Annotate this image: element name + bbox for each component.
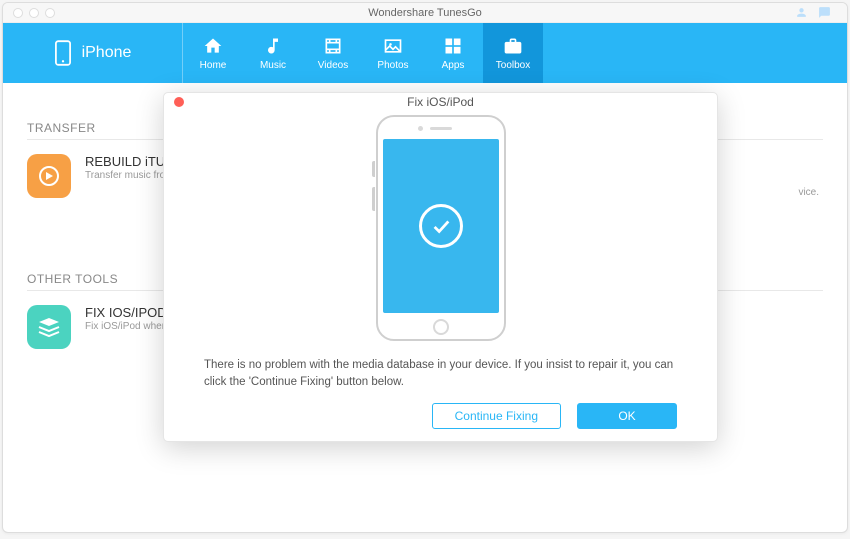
modal-close-button[interactable]	[174, 97, 184, 107]
fix-ios-modal: Fix iOS/iPod There is no problem with th…	[163, 92, 718, 442]
user-icon[interactable]	[795, 6, 808, 24]
phone-illustration	[376, 115, 506, 341]
window-controls	[13, 8, 55, 18]
ok-button[interactable]: OK	[577, 403, 677, 429]
modal-title: Fix iOS/iPod	[407, 95, 474, 109]
check-icon	[419, 204, 463, 248]
phone-icon	[54, 40, 72, 66]
videos-icon	[322, 36, 344, 56]
home-icon	[202, 36, 224, 56]
app-window: Wondershare TunesGo iPhone Home Music Vi…	[2, 2, 848, 533]
device-name: iPhone	[82, 44, 132, 62]
tab-apps[interactable]: Apps	[423, 23, 483, 83]
apps-icon	[442, 36, 464, 56]
photos-icon	[382, 36, 404, 56]
feedback-icon[interactable]	[818, 6, 831, 24]
fix-ios-icon	[27, 305, 71, 349]
modal-message: There is no problem with the media datab…	[204, 357, 677, 392]
continue-fixing-button[interactable]: Continue Fixing	[432, 403, 561, 429]
tab-photos[interactable]: Photos	[363, 23, 423, 83]
tab-music[interactable]: Music	[243, 23, 303, 83]
tab-home[interactable]: Home	[183, 23, 243, 83]
tab-videos[interactable]: Videos	[303, 23, 363, 83]
card-sub-trail: vice.	[798, 187, 819, 198]
rebuild-icon	[27, 154, 71, 198]
modal-buttons: Continue Fixing OK	[204, 403, 677, 429]
traffic-light-minimize[interactable]	[29, 8, 39, 18]
traffic-light-zoom[interactable]	[45, 8, 55, 18]
titlebar: Wondershare TunesGo	[3, 3, 847, 23]
music-icon	[262, 36, 284, 56]
header-bar: iPhone Home Music Videos Photos Apps	[3, 23, 847, 83]
app-title: Wondershare TunesGo	[368, 7, 482, 19]
modal-body: There is no problem with the media datab…	[164, 111, 717, 442]
device-selector[interactable]: iPhone	[3, 23, 183, 83]
tab-toolbox[interactable]: Toolbox	[483, 23, 543, 83]
traffic-light-close[interactable]	[13, 8, 23, 18]
modal-titlebar: Fix iOS/iPod	[164, 93, 717, 111]
toolbox-icon	[502, 36, 524, 56]
nav-tabs: Home Music Videos Photos Apps Toolbox	[183, 23, 543, 83]
